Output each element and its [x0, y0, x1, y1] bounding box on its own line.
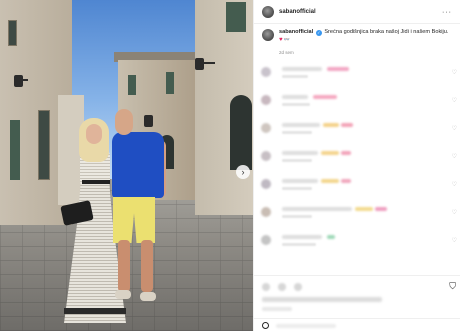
comment-text-blur	[321, 179, 339, 183]
man-leg	[118, 240, 130, 292]
comment-text-blur	[355, 207, 373, 211]
comment-username-blur	[282, 95, 308, 99]
more-horizontal-icon[interactable]: ···	[442, 9, 452, 16]
comment-meta-blur	[282, 215, 312, 218]
verified-badge-icon: ✓	[315, 30, 322, 36]
comment-text-blur	[327, 67, 349, 71]
comment-meta-blur	[282, 131, 312, 134]
comment-meta-blur	[282, 103, 310, 106]
comment-text-blur	[327, 235, 335, 239]
list-item: ♡	[261, 178, 457, 192]
man-blue-shirt	[112, 132, 164, 198]
heart-icon[interactable]: ♡	[452, 181, 457, 188]
woman-belt	[82, 180, 110, 184]
comment-username-blur	[282, 67, 322, 71]
avatar[interactable]	[261, 179, 271, 189]
man-leg	[141, 240, 153, 292]
post-actions: ⛉	[254, 275, 460, 295]
comment-text-blur	[313, 95, 337, 99]
list-item: ♡	[261, 66, 457, 80]
list-item: ♡	[261, 150, 457, 164]
chevron-right-icon: ›	[241, 166, 245, 177]
comment-text-blur	[341, 151, 351, 155]
green-shutter	[226, 2, 246, 32]
caption-username[interactable]: sabanofficial	[279, 29, 313, 35]
heart-icon[interactable]: ♡	[452, 97, 457, 104]
comment-username-blur	[282, 235, 322, 239]
man-head	[115, 109, 133, 135]
avatar[interactable]	[261, 235, 271, 245]
comment-text-blur	[341, 123, 353, 127]
comment-username-blur	[282, 123, 320, 127]
avatar[interactable]	[261, 207, 271, 217]
window	[8, 20, 17, 46]
green-shutter	[128, 75, 136, 95]
comment-text-blur	[323, 123, 339, 127]
lamp-arm	[201, 62, 215, 64]
comment-meta-blur	[282, 187, 312, 190]
lamp-arm	[20, 79, 28, 81]
caption: sabanofficial ✓ Srećna godišnjica braka …	[262, 28, 454, 44]
comment-text-blur	[321, 151, 339, 155]
likes-count-blur	[262, 297, 382, 302]
caption-avatar[interactable]	[262, 29, 274, 41]
comment-icon[interactable]	[278, 283, 286, 291]
bookmark-icon[interactable]: ⛉	[449, 282, 456, 291]
green-shutter	[166, 72, 174, 94]
post-photo: ›	[0, 0, 253, 331]
caption-text-block: sabanofficial ✓ Srećna godišnjica braka …	[279, 28, 448, 44]
glasses-emoji: 👓	[283, 37, 290, 43]
add-comment-bar	[254, 318, 460, 331]
heart-icon[interactable]: ♡	[452, 153, 457, 160]
share-icon[interactable]	[294, 283, 302, 291]
comment-input[interactable]	[276, 324, 336, 328]
list-item: ♡	[261, 234, 457, 248]
avatar[interactable]	[262, 5, 274, 18]
avatar[interactable]	[261, 123, 271, 133]
list-item: ♡	[261, 206, 457, 220]
comment-text-blur	[341, 179, 351, 183]
list-item: ♡	[261, 94, 457, 108]
post-header: sabanofficial ···	[254, 0, 460, 24]
dress-hem	[64, 308, 126, 314]
comment-meta-blur	[282, 243, 316, 246]
heart-icon[interactable]: ♡	[452, 209, 457, 216]
heart-icon[interactable]: ♡	[452, 237, 457, 244]
man-shoe	[115, 290, 131, 299]
comment-username-blur	[282, 151, 318, 155]
heart-emoji: ♥	[279, 37, 283, 43]
like-icon[interactable]	[262, 283, 270, 291]
woman-face	[86, 124, 102, 144]
street-lamp-left	[14, 75, 23, 87]
balcony-door	[38, 110, 50, 180]
avatar[interactable]	[261, 67, 271, 77]
comment-text-blur	[375, 207, 387, 211]
header-username[interactable]: sabanofficial	[279, 9, 316, 15]
comment-meta-blur	[282, 159, 312, 162]
caption-text: Srećna godišnjica braka našoj Jidi i naš…	[324, 29, 449, 35]
emoji-icon[interactable]	[262, 322, 269, 329]
heart-icon[interactable]: ♡	[452, 125, 457, 132]
street-lamp-right	[195, 58, 204, 70]
comment-username-blur	[282, 207, 352, 211]
next-photo-button[interactable]: ›	[236, 165, 250, 179]
heart-icon[interactable]: ♡	[452, 69, 457, 76]
comment-meta-blur	[282, 75, 308, 78]
post-side-panel: sabanofficial ··· sabanofficial ✓ Srećna…	[253, 0, 460, 331]
green-shutter	[10, 120, 20, 180]
avatar[interactable]	[261, 151, 271, 161]
caption-timestamp: 2d sem	[279, 50, 294, 55]
list-item: ♡	[261, 122, 457, 136]
comment-username-blur	[282, 179, 318, 183]
avatar[interactable]	[261, 95, 271, 105]
man-shoe	[140, 292, 156, 301]
arched-window	[230, 95, 252, 170]
street-lamp-middle	[144, 115, 153, 127]
post-date-blur	[262, 307, 292, 311]
